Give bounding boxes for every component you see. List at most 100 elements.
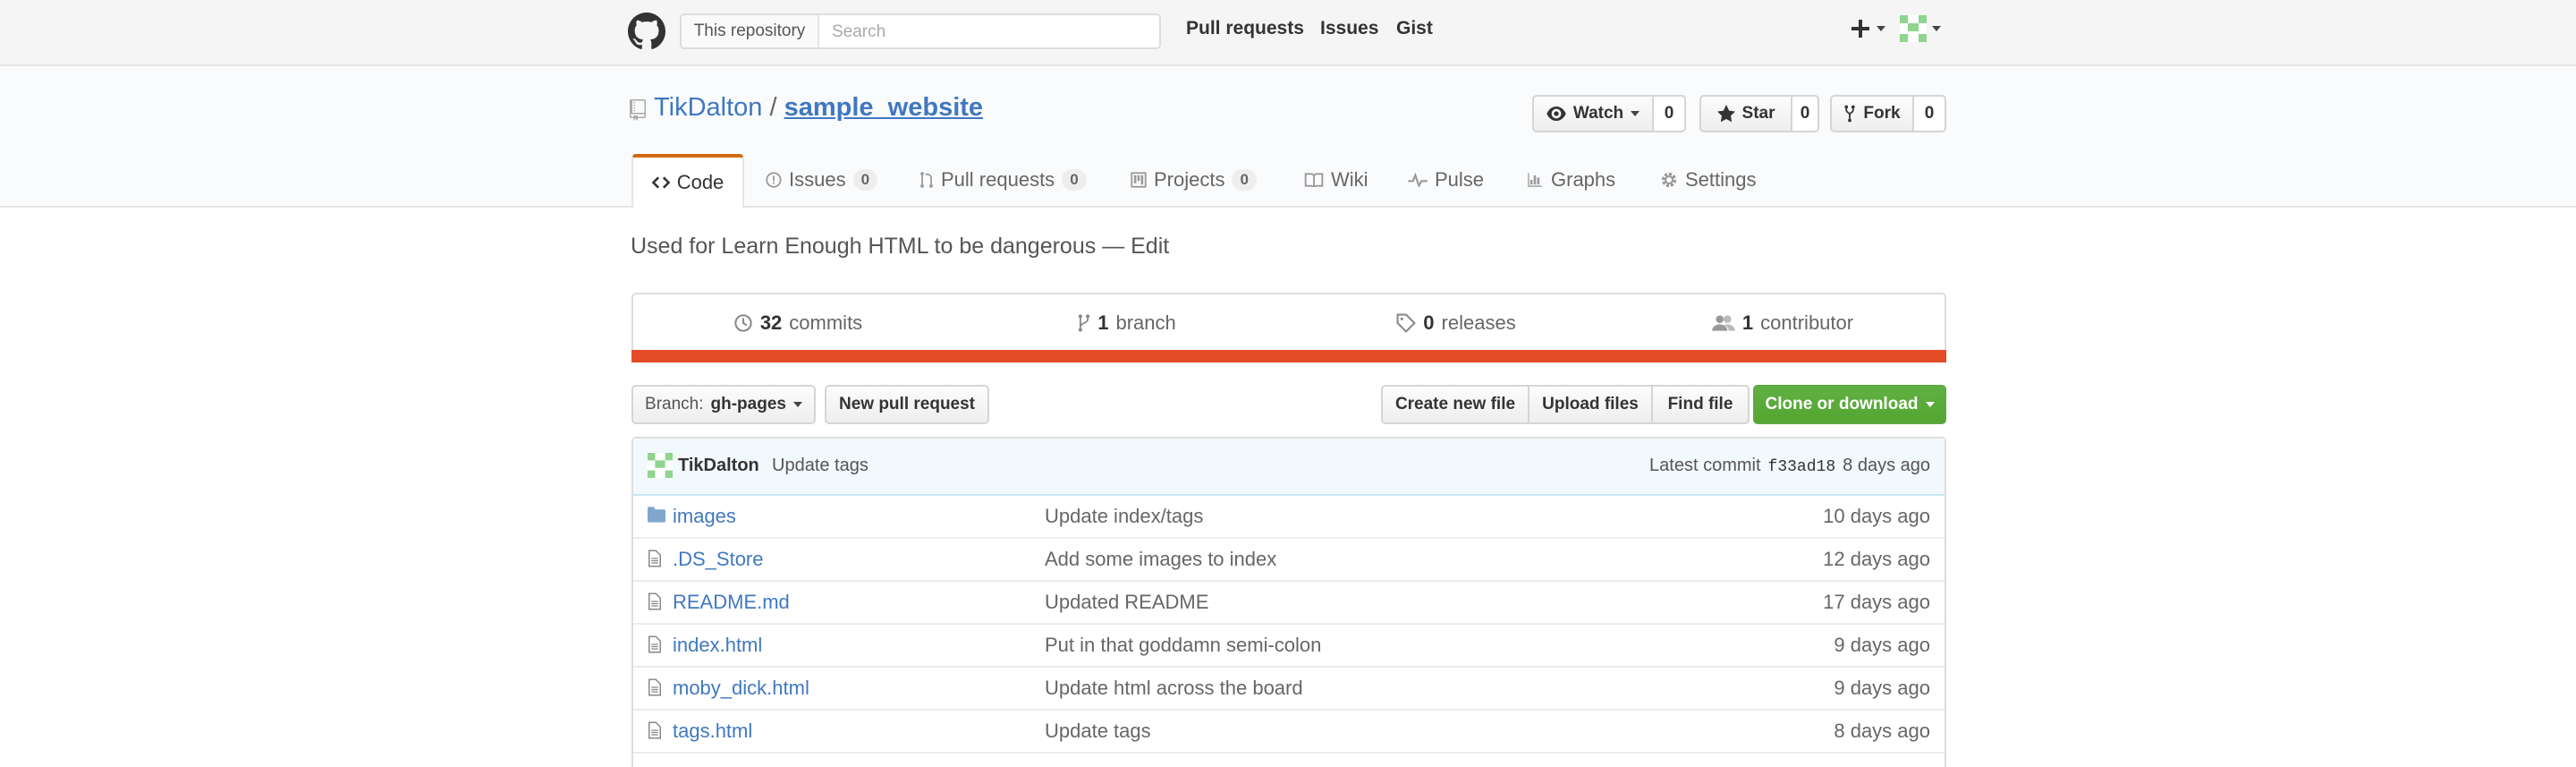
file-name-link[interactable]: images bbox=[673, 505, 736, 528]
tab-pulse[interactable]: Pulse bbox=[1408, 154, 1484, 206]
tab-issues[interactable]: Issues 0 bbox=[766, 154, 878, 206]
pulse-icon bbox=[1408, 173, 1428, 187]
file-commit-message[interactable]: Add some images to index bbox=[1045, 548, 1276, 571]
create-new-dropdown[interactable] bbox=[1850, 13, 1885, 45]
file-name-link[interactable]: index.html bbox=[673, 634, 762, 657]
avatar[interactable] bbox=[648, 453, 673, 478]
commit-sha-link[interactable]: f33ad18 bbox=[1768, 458, 1836, 476]
user-menu-dropdown[interactable] bbox=[1900, 13, 1941, 45]
latest-commit-label: Latest commit bbox=[1649, 456, 1761, 475]
file-row: index.html Put in that goddamn semi-colo… bbox=[633, 623, 1945, 668]
repo-header bbox=[0, 66, 2576, 208]
file-commit-message[interactable]: Update tags bbox=[1045, 720, 1151, 743]
star-icon bbox=[1716, 105, 1735, 123]
file-commit-message[interactable]: Update index/tags bbox=[1045, 505, 1203, 528]
search-input[interactable] bbox=[830, 15, 1156, 49]
find-file-button[interactable]: Find file bbox=[1651, 385, 1750, 424]
commit-message-link[interactable]: Update tags bbox=[772, 456, 869, 476]
file-name-link[interactable]: tags.html bbox=[673, 720, 752, 743]
commit-meta: Latest commit f33ad18 8 days ago bbox=[1649, 456, 1930, 476]
file-name-link[interactable]: README.md bbox=[673, 591, 790, 614]
file-commit-message[interactable]: Update html across the board bbox=[1045, 677, 1303, 700]
branches-label: branch bbox=[1115, 311, 1176, 334]
nav-gist[interactable]: Gist bbox=[1396, 18, 1433, 39]
star-label: Star bbox=[1741, 104, 1775, 123]
site-header: This repository Pull requests Issues Gis… bbox=[0, 0, 2576, 66]
repo-separator: / bbox=[769, 93, 777, 122]
commits-stat[interactable]: 32 commits bbox=[633, 294, 962, 352]
fork-label: Fork bbox=[1863, 104, 1901, 123]
tab-label: Settings bbox=[1685, 168, 1757, 191]
github-logo-icon[interactable] bbox=[628, 13, 665, 50]
fork-icon bbox=[1844, 105, 1856, 123]
file-age: 9 days ago bbox=[1834, 634, 1930, 656]
file-name-link[interactable]: .DS_Store bbox=[673, 548, 764, 571]
watch-button[interactable]: Watch bbox=[1532, 95, 1654, 132]
eye-icon bbox=[1546, 107, 1566, 121]
tab-wiki[interactable]: Wiki bbox=[1304, 154, 1368, 206]
tab-label: Issues bbox=[789, 168, 846, 191]
chevron-down-icon bbox=[1932, 26, 1941, 31]
tab-code[interactable]: Code bbox=[631, 154, 744, 208]
file-commit-message[interactable]: Updated README bbox=[1045, 591, 1208, 614]
tab-label: Projects bbox=[1154, 168, 1225, 191]
graph-icon bbox=[1528, 173, 1542, 187]
releases-stat[interactable]: 0 releases bbox=[1292, 294, 1621, 352]
clone-or-download-button[interactable]: Clone or download bbox=[1753, 385, 1946, 424]
new-pull-request-button[interactable]: New pull request bbox=[825, 385, 989, 424]
tab-label: Pulse bbox=[1435, 168, 1485, 191]
plus-icon bbox=[1852, 20, 1869, 38]
branch-prefix: Branch: bbox=[645, 395, 704, 413]
repo-name-link[interactable]: sample_website bbox=[784, 93, 983, 122]
gear-icon bbox=[1661, 172, 1677, 188]
create-new-file-button[interactable]: Create new file bbox=[1381, 385, 1530, 424]
tab-pull-requests[interactable]: Pull requests 0 bbox=[919, 154, 1087, 206]
chevron-down-icon bbox=[1877, 26, 1885, 31]
contributors-count: 1 bbox=[1741, 311, 1754, 334]
file-row: .DS_Store Add some images to index 12 da… bbox=[633, 537, 1945, 582]
language-bar[interactable] bbox=[631, 350, 1946, 362]
file-icon bbox=[648, 592, 661, 610]
repo-search: This repository bbox=[680, 13, 1161, 49]
branches-count: 1 bbox=[1097, 311, 1109, 334]
avatar-icon bbox=[1900, 15, 1927, 42]
file-age: 9 days ago bbox=[1834, 677, 1930, 699]
projects-counter: 0 bbox=[1232, 169, 1257, 191]
contributors-stat[interactable]: 1 contributor bbox=[1621, 294, 1945, 352]
chevron-down-icon bbox=[1925, 402, 1935, 407]
tab-graphs[interactable]: Graphs bbox=[1526, 154, 1615, 206]
commits-count: 32 bbox=[759, 311, 783, 334]
star-count[interactable]: 0 bbox=[1792, 95, 1819, 132]
tab-settings[interactable]: Settings bbox=[1660, 154, 1757, 206]
file-name-link[interactable]: moby_dick.html bbox=[673, 677, 809, 700]
star-button[interactable]: Star bbox=[1699, 95, 1792, 132]
file-age: 10 days ago bbox=[1823, 505, 1930, 527]
file-row: README.md Updated README 17 days ago bbox=[633, 580, 1945, 625]
pull-request-icon bbox=[920, 172, 933, 188]
fork-count[interactable]: 0 bbox=[1914, 95, 1946, 132]
repo-title: TikDalton / sample_website bbox=[654, 93, 983, 123]
commit-author-link[interactable]: TikDalton bbox=[678, 456, 759, 476]
nav-issues[interactable]: Issues bbox=[1320, 18, 1378, 39]
tab-label: Wiki bbox=[1331, 168, 1368, 191]
tab-label: Code bbox=[676, 171, 724, 193]
watch-count[interactable]: 0 bbox=[1654, 95, 1686, 132]
tab-label: Graphs bbox=[1551, 168, 1616, 191]
repo-owner-link[interactable]: TikDalton bbox=[654, 93, 762, 122]
file-icon bbox=[648, 678, 661, 696]
issues-counter: 0 bbox=[852, 169, 878, 191]
tab-projects[interactable]: Projects 0 bbox=[1131, 154, 1257, 206]
history-icon bbox=[734, 314, 752, 332]
watch-label: Watch bbox=[1572, 104, 1624, 123]
people-icon bbox=[1712, 315, 1735, 331]
nav-pull-requests[interactable]: Pull requests bbox=[1186, 18, 1304, 39]
branch-select-button[interactable]: Branch: gh-pages bbox=[631, 385, 816, 424]
fork-button[interactable]: Fork bbox=[1830, 95, 1914, 132]
file-row: images Update index/tags 10 days ago bbox=[633, 494, 1945, 539]
upload-files-button[interactable]: Upload files bbox=[1528, 385, 1653, 424]
file-commit-message[interactable]: Put in that goddamn semi-colon bbox=[1045, 634, 1321, 657]
branches-stat[interactable]: 1 branch bbox=[962, 294, 1292, 352]
chevron-down-icon bbox=[1631, 111, 1640, 116]
file-age: 12 days ago bbox=[1823, 548, 1930, 570]
branch-icon bbox=[1079, 314, 1090, 332]
